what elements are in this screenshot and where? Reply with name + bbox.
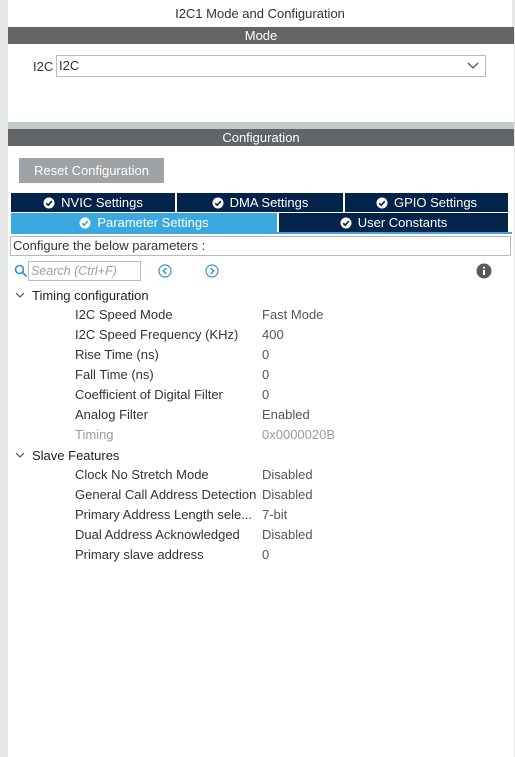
tab-underline <box>11 232 512 234</box>
i2c-mode-value: I2C <box>59 58 80 73</box>
group-label: Timing configuration <box>32 287 149 303</box>
param-name: Fall Time (ns) <box>75 367 154 382</box>
mode-panel: I2C I2C <box>8 44 514 122</box>
tab-label: DMA Settings <box>229 195 309 210</box>
mode-header: Mode <box>8 27 514 44</box>
tab-dma-settings[interactable]: DMA Settings <box>177 193 343 212</box>
param-value[interactable]: Disabled <box>262 486 313 504</box>
param-value[interactable]: 0 <box>262 546 269 564</box>
tab-label: NVIC Settings <box>61 195 143 210</box>
param-row-i2c-speed-mode[interactable]: I2C Speed Mode Fast Mode <box>75 306 505 324</box>
param-value[interactable]: 7-bit <box>262 506 287 524</box>
tab-label: User Constants <box>357 215 448 230</box>
param-name: General Call Address Detection <box>75 487 257 502</box>
next-match-icon[interactable] <box>205 264 219 278</box>
param-name: Timing <box>75 427 114 442</box>
param-row-primary-address-length[interactable]: Primary Address Length sele... 7-bit <box>75 506 505 524</box>
param-name: I2C Speed Frequency (KHz) <box>75 327 239 342</box>
param-row-dual-address[interactable]: Dual Address Acknowledged Disabled <box>75 526 505 544</box>
check-circle-icon <box>376 197 388 208</box>
chevron-down-icon[interactable] <box>14 289 26 301</box>
tab-nvic-settings[interactable]: NVIC Settings <box>11 193 175 212</box>
param-row-i2c-speed-frequency[interactable]: I2C Speed Frequency (KHz) 400 <box>75 326 505 344</box>
param-value: 0x0000020B <box>262 427 336 442</box>
tab-parameter-settings[interactable]: Parameter Settings <box>11 213 277 232</box>
param-value[interactable]: 400 <box>262 326 284 344</box>
window-title: I2C1 Mode and Configuration <box>175 6 345 21</box>
parameters-description: Configure the below parameters : <box>10 236 511 256</box>
info-icon[interactable] <box>476 263 492 279</box>
group-slave-features[interactable]: Slave Features <box>14 446 119 464</box>
param-name: Primary Address Length sele... <box>75 507 253 522</box>
param-name: Primary slave address <box>75 547 204 562</box>
check-circle-icon <box>340 217 352 228</box>
param-row-fall-time[interactable]: Fall Time (ns) 0 <box>75 366 505 384</box>
param-row-general-call[interactable]: General Call Address Detection Disabled <box>75 486 505 504</box>
chevron-down-icon[interactable] <box>14 449 26 461</box>
param-value[interactable]: Enabled <box>262 406 310 424</box>
param-row-clock-no-stretch[interactable]: Clock No Stretch Mode Disabled <box>75 466 505 484</box>
param-value[interactable]: Fast Mode <box>262 306 323 324</box>
configuration-header: Configuration <box>8 129 514 146</box>
param-name: Coefficient of Digital Filter <box>75 387 223 402</box>
param-row-digital-filter[interactable]: Coefficient of Digital Filter 0 <box>75 386 505 404</box>
configuration-panel: Reset Configuration NVIC Settings DMA Se… <box>8 146 514 757</box>
check-circle-icon <box>79 217 91 228</box>
search-icon[interactable] <box>14 264 28 278</box>
param-name: Analog Filter <box>75 407 148 422</box>
check-circle-icon <box>43 197 55 208</box>
i2c-mode-label: I2C <box>33 59 54 74</box>
i2c-mode-select[interactable]: I2C <box>56 55 486 77</box>
tab-label: GPIO Settings <box>393 195 478 210</box>
param-row-analog-filter[interactable]: Analog Filter Enabled <box>75 406 505 424</box>
param-name: Clock No Stretch Mode <box>75 467 209 482</box>
param-value[interactable]: 0 <box>262 366 269 384</box>
param-row-rise-time[interactable]: Rise Time (ns) 0 <box>75 346 505 364</box>
param-value[interactable]: 0 <box>262 386 269 404</box>
group-timing-configuration[interactable]: Timing configuration <box>14 286 149 304</box>
chevron-down-icon <box>467 62 479 69</box>
reset-configuration-button[interactable]: Reset Configuration <box>19 158 164 183</box>
param-name: Dual Address Acknowledged <box>75 527 240 542</box>
group-label: Slave Features <box>32 447 120 463</box>
left-frame <box>0 0 8 757</box>
previous-match-icon[interactable] <box>158 264 172 278</box>
param-row-primary-slave-address[interactable]: Primary slave address 0 <box>75 546 505 564</box>
check-circle-icon <box>212 197 224 208</box>
search-input[interactable]: Search (Ctrl+F) <box>28 261 141 281</box>
param-row-timing: Timing 0x0000020B <box>75 426 505 444</box>
param-value[interactable]: Disabled <box>262 466 313 484</box>
tab-label: Parameter Settings <box>97 215 209 230</box>
tab-user-constants[interactable]: User Constants <box>279 213 508 232</box>
param-value[interactable]: 0 <box>262 346 269 364</box>
panel-separator <box>8 122 514 129</box>
param-name: I2C Speed Mode <box>75 307 173 322</box>
tab-gpio-settings[interactable]: GPIO Settings <box>345 193 508 212</box>
param-name: Rise Time (ns) <box>75 347 159 362</box>
param-value[interactable]: Disabled <box>262 526 313 544</box>
